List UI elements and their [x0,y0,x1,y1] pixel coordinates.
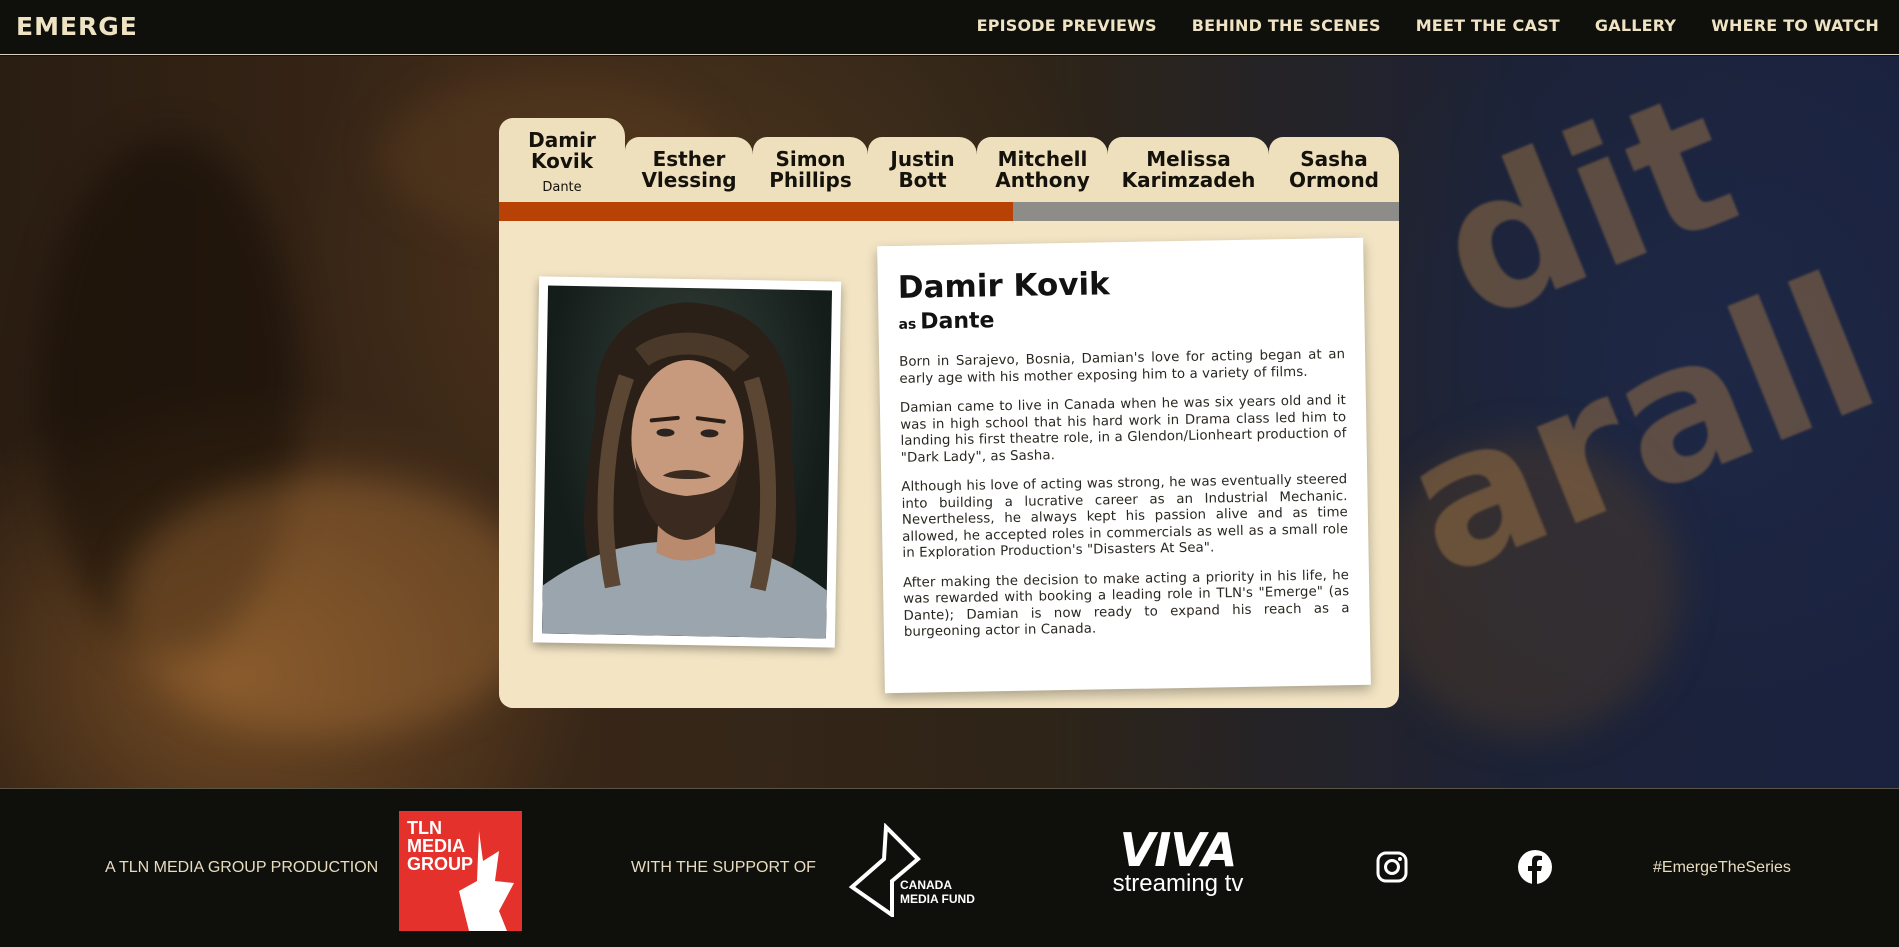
footer: A TLN MEDIA GROUP PRODUCTION TLN MEDIA G… [0,788,1899,947]
nav-meet-the-cast[interactable]: MEET THE CAST [1416,16,1560,35]
main-nav: EPISODE PREVIEWS BEHIND THE SCENES MEET … [977,16,1879,35]
nav-where-to-watch[interactable]: WHERE TO WATCH [1711,16,1879,35]
cast-progress-fill [499,202,1013,221]
viva-tagline: streaming tv [1112,870,1244,897]
character-name: Dante [920,308,995,335]
instagram-icon[interactable] [1374,849,1410,885]
tln-cursor-icon [459,831,514,931]
viva-streaming-logo[interactable]: VIVA streaming tv [1098,823,1258,897]
actor-name: Damir Kovik [897,266,1111,306]
canada-media-fund-logo[interactable]: CANADA MEDIA FUND [848,822,978,919]
tab-last-name: Anthony [995,168,1090,192]
tab-last-name: Vlessing [641,168,737,192]
tab-last-name: Bott [898,168,947,192]
tab-last-name: Phillips [769,168,852,192]
viva-wordmark: VIVA [1119,823,1238,877]
support-credit: WITH THE SUPPORT OF [631,859,816,876]
smoke-shape [120,476,540,736]
facebook-icon[interactable] [1517,849,1553,885]
character-line: as Dante [898,302,1344,335]
headshot-frame [532,276,842,648]
tab-role: Dante [542,180,582,195]
tab-mitchell-anthony[interactable]: Mitchell Anthony [977,137,1108,202]
nav-episode-previews[interactable]: EPISODE PREVIEWS [977,16,1157,35]
site-logo[interactable]: EMERGE [16,12,138,41]
actor-headshot [541,285,833,639]
series-hashtag[interactable]: #EmergeTheSeries [1653,859,1791,877]
bio-card: Damir Kovik as Dante Born in Sarajevo, Bo… [877,237,1371,694]
tab-simon-phillips[interactable]: Simon Phillips [753,137,868,202]
tab-last-name: Kovik [530,149,594,173]
cmf-line: CANADA [900,878,952,892]
tab-justin-bott[interactable]: Justin Bott [868,137,977,202]
bio-paragraph: Damian came to live in Canada when he wa… [899,393,1347,466]
cmf-text: CANADA MEDIA FUND [900,878,975,906]
top-navigation-bar: EMERGE EPISODE PREVIEWS BEHIND THE SCENE… [0,0,1899,55]
tln-media-group-logo[interactable]: TLN MEDIA GROUP [399,811,522,931]
tab-last-name: Karimzadeh [1121,168,1256,192]
cast-detail-panel: Damir Kovik as Dante Born in Sarajevo, Bo… [499,221,1399,708]
nav-behind-the-scenes[interactable]: BEHIND THE SCENES [1192,16,1381,35]
tab-sasha-ormond[interactable]: Sasha Ormond [1269,137,1399,202]
tab-melissa-karimzadeh[interactable]: Melissa Karimzadeh [1108,137,1269,202]
as-label: as [898,316,917,333]
cast-card: Damir Kovik Dante Esther Vlessing Simon … [499,118,1399,708]
tab-damir-kovik[interactable]: Damir Kovik Dante [499,118,625,202]
cast-progress-bar [499,202,1399,221]
production-credit: A TLN MEDIA GROUP PRODUCTION [105,859,379,876]
bio-paragraph: Born in Sarajevo, Bosnia, Damian's love … [899,347,1346,387]
cast-tabs: Damir Kovik Dante Esther Vlessing Simon … [499,118,1399,202]
tab-last-name: Ormond [1289,168,1379,192]
bio-paragraph: After making the decision to make acting… [902,567,1350,640]
cmf-line: MEDIA FUND [900,892,975,906]
tab-esther-vlessing[interactable]: Esther Vlessing [625,137,753,202]
bio-paragraph: Although his love of acting was strong, … [901,472,1349,561]
headshot-illustration [541,302,827,639]
nav-gallery[interactable]: GALLERY [1595,16,1676,35]
